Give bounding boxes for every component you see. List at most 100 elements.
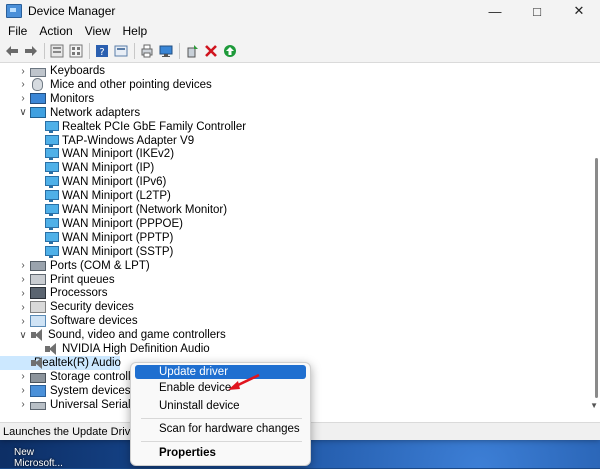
tree-device-row[interactable]: WAN Miniport (IPv6) [0, 175, 166, 189]
properties-pane-button[interactable] [48, 42, 66, 60]
tree-item-label: WAN Miniport (IKEv2) [62, 148, 175, 161]
tree-category-row[interactable]: › Storage controllers [0, 370, 147, 384]
chevron-right-icon[interactable]: › [16, 274, 30, 285]
tree-category-row[interactable]: › Print queues [0, 273, 115, 287]
tree-category-row[interactable]: › Monitors [0, 92, 94, 106]
sound-icon [44, 343, 58, 355]
tree-device-row[interactable]: Realtek(R) Audio [0, 355, 121, 370]
maximize-button[interactable]: □ [516, 0, 558, 22]
chevron-right-icon[interactable]: › [16, 288, 30, 299]
menu-file[interactable]: File [2, 24, 33, 38]
menu-view[interactable]: View [79, 24, 117, 38]
help-icon: ? [96, 45, 108, 58]
tree-device-row[interactable]: Realtek PCIe GbE Family Controller [0, 120, 246, 134]
tree-category-row[interactable]: › Mice and other pointing devices [0, 78, 212, 92]
tree-category-row[interactable]: › Keyboards [0, 64, 105, 78]
tree-category-row[interactable]: › Processors [0, 286, 108, 300]
print-icon [141, 44, 153, 58]
chevron-right-icon[interactable]: › [16, 66, 30, 77]
scroll-down-arrow-icon[interactable]: ▼ [590, 401, 598, 410]
tree-category-row[interactable]: › Software devices [0, 314, 138, 328]
netadapter-icon [44, 134, 59, 147]
tree-device-row[interactable]: WAN Miniport (PPPOE) [0, 217, 183, 231]
chevron-down-icon[interactable]: ∨ [16, 107, 30, 118]
chevron-right-icon[interactable]: › [16, 399, 30, 410]
title-bar[interactable]: Device Manager — □ ✕ [0, 0, 600, 22]
tree-device-row[interactable]: WAN Miniport (L2TP) [0, 189, 171, 203]
tree-category-row[interactable]: ∨ Network adapters [0, 106, 140, 120]
tree-device-row[interactable]: WAN Miniport (IKEv2) [0, 147, 174, 161]
chevron-down-icon[interactable]: ∨ [16, 330, 30, 341]
menu-help[interactable]: Help [117, 24, 154, 38]
netadapter-icon [44, 176, 59, 189]
tree-device-row[interactable]: NVIDIA High Definition Audio [0, 342, 210, 356]
minimize-button[interactable]: — [474, 0, 516, 22]
forward-button[interactable] [22, 42, 40, 60]
tree-category-row[interactable]: ∨ Sound, video and game controllers [0, 328, 226, 342]
uninstall-button[interactable] [202, 42, 220, 60]
devices-grid-icon [69, 44, 83, 58]
keyboard-icon [30, 67, 46, 77]
add-driver-button[interactable] [183, 42, 201, 60]
close-button[interactable]: ✕ [558, 0, 600, 22]
chevron-right-icon[interactable]: › [16, 260, 30, 271]
chevron-right-icon[interactable]: › [16, 302, 30, 313]
tree-device-row[interactable]: WAN Miniport (IP) [0, 161, 154, 175]
back-button[interactable] [3, 42, 21, 60]
menu-properties[interactable]: Properties [135, 446, 306, 460]
system-icon [30, 384, 46, 397]
devices-grid-button[interactable] [67, 42, 85, 60]
chevron-right-icon[interactable]: › [16, 79, 30, 90]
netadapter-icon [44, 190, 59, 203]
tree-category-row[interactable]: › Security devices [0, 300, 134, 314]
help-button[interactable]: ? [93, 42, 111, 60]
netadapter-icon [44, 148, 59, 161]
scrollbar-thumb[interactable] [595, 158, 598, 398]
update-driver-button[interactable] [221, 42, 239, 60]
add-driver-icon [187, 45, 198, 58]
desktop-icon-label[interactable]: New Microsoft... [14, 447, 63, 469]
menu-uninstall-device[interactable]: Uninstall device [135, 399, 306, 413]
device-list-icon [114, 45, 128, 57]
forward-arrow-icon [25, 46, 37, 56]
tree-item-label: Monitors [50, 92, 95, 105]
close-icon: ✕ [573, 3, 585, 18]
red-annotation-arrow-icon [228, 373, 260, 390]
chevron-right-icon[interactable]: › [16, 385, 30, 396]
monitor-scan-icon [159, 45, 173, 57]
menu-scan-hardware[interactable]: Scan for hardware changes [135, 422, 306, 436]
print-button[interactable] [138, 42, 156, 60]
tree-item-label: Print queues [50, 273, 115, 286]
tree-item-label: Mice and other pointing devices [50, 78, 212, 91]
chevron-right-icon[interactable]: › [16, 371, 30, 382]
tree-category-row[interactable]: › Ports (COM & LPT) [0, 259, 149, 273]
remove-x-icon [205, 45, 217, 57]
vertical-scrollbar[interactable]: ▼ [590, 63, 598, 422]
menu-separator [141, 441, 302, 442]
printer-icon [30, 274, 46, 285]
toolbar-separator [89, 43, 90, 59]
menu-update-driver[interactable]: Update driver [135, 365, 306, 379]
tree-item-label: Realtek PCIe GbE Family Controller [62, 120, 247, 133]
menu-action[interactable]: Action [33, 24, 78, 38]
toolbar-separator [134, 43, 135, 59]
storage-icon [30, 372, 46, 383]
netadapter-icon [44, 217, 59, 230]
tree-device-row[interactable]: WAN Miniport (SSTP) [0, 245, 173, 259]
scan-hardware-button[interactable] [157, 42, 175, 60]
monitor-icon [30, 93, 46, 105]
tree-item-label: WAN Miniport (SSTP) [62, 245, 174, 258]
window-controls: — □ ✕ [474, 0, 600, 22]
chevron-right-icon[interactable]: › [16, 316, 30, 327]
tree-device-row[interactable]: WAN Miniport (PPTP) [0, 231, 173, 245]
chevron-right-icon[interactable]: › [16, 93, 30, 104]
menu-enable-device[interactable]: Enable device [135, 381, 306, 395]
toolbar-separator [44, 43, 45, 59]
tree-device-row[interactable]: TAP-Windows Adapter V9 [0, 134, 194, 148]
device-list-button[interactable] [112, 42, 130, 60]
tree-item-label: WAN Miniport (L2TP) [62, 190, 171, 203]
tree-device-row[interactable]: WAN Miniport (Network Monitor) [0, 203, 227, 217]
tree-category-row[interactable]: › System devices [0, 384, 131, 398]
tree-item-label: Network adapters [50, 106, 141, 119]
tree-item-label: TAP-Windows Adapter V9 [62, 134, 195, 147]
